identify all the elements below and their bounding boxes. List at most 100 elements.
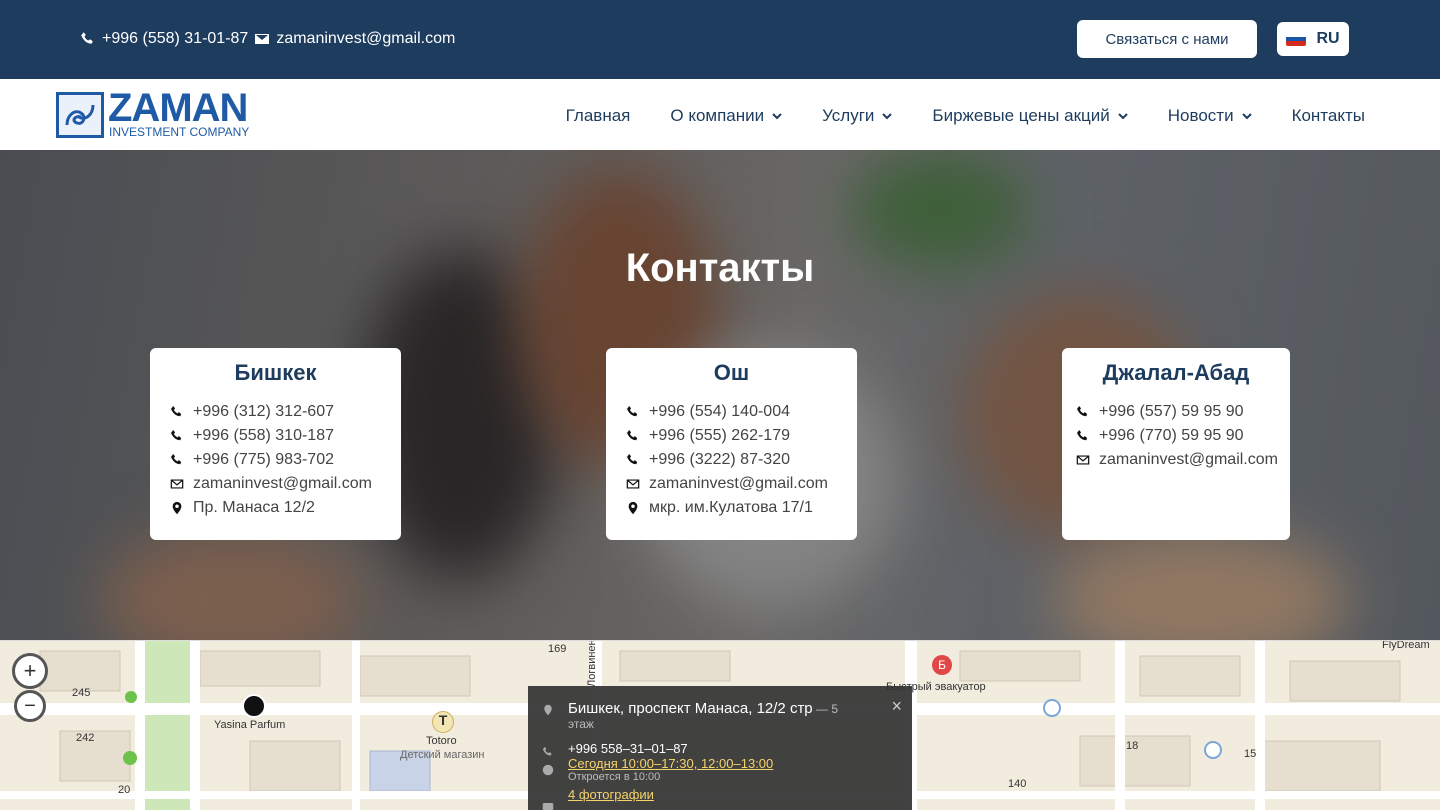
card-address: мкр. им.Кулатова 17/1: [626, 496, 837, 520]
map-label-number: 140: [1008, 778, 1027, 790]
phone-text: +996 (3222) 87-320: [649, 451, 790, 468]
card-phone[interactable]: +996 (775) 983-702: [170, 448, 381, 472]
top-contacts: +996 (558) 31-01-87 zamaninvest@gmail.co…: [80, 30, 455, 48]
popup-floor-dash: — 5: [812, 702, 838, 716]
map-label-number: 169: [548, 643, 567, 655]
yandex-map[interactable]: + − 245 242 20 169 18 15 140 Логвиненко …: [0, 640, 1440, 810]
map-label-totoro[interactable]: Totoro: [426, 735, 457, 747]
email-icon: [170, 479, 184, 489]
nav-item-about[interactable]: О компании: [670, 106, 782, 126]
language-selector[interactable]: RU: [1277, 22, 1349, 56]
contact-card-bishkek: Бишкек +996 (312) 312-607 +996 (558) 310…: [150, 348, 401, 540]
evacuator-poi-icon[interactable]: Б: [932, 655, 952, 675]
nav-label: Новости: [1167, 106, 1234, 125]
popup-hours[interactable]: Сегодня 10:00–17:30, 12:00–13:00: [568, 756, 896, 771]
phone-icon: [1077, 430, 1088, 441]
phone-icon: [627, 430, 638, 441]
phone-icon: [171, 430, 182, 441]
top-email[interactable]: zamaninvest@gmail.com: [276, 30, 455, 48]
nav-menu: Главная О компании Услуги Биржевые цены …: [566, 106, 1365, 126]
map-label-number: 242: [76, 732, 95, 744]
popup-floor: этаж: [568, 717, 594, 731]
popup-address: Бишкек, проспект Манаса, 12/2 стр: [568, 700, 813, 717]
phone-text: +996 (558) 310-187: [193, 427, 334, 444]
top-bar: +996 (558) 31-01-87 zamaninvest@gmail.co…: [0, 0, 1440, 79]
zoom-out-button[interactable]: −: [14, 690, 46, 722]
popup-photos[interactable]: 4 фотографии: [568, 787, 896, 802]
map-label-yasina[interactable]: Yasina Parfum: [214, 719, 285, 731]
map-info-popup: Бишкек, проспект Манаса, 12/2 стр — 5 эт…: [528, 686, 912, 810]
phone-icon: [627, 406, 638, 417]
map-label-totoro-sub: Детский магазин: [400, 749, 485, 761]
map-label-number: 18: [1126, 740, 1139, 752]
chevron-down-icon: [772, 113, 782, 120]
camera-icon: [542, 803, 554, 810]
zoom-in-button[interactable]: +: [12, 653, 48, 689]
nav-item-services[interactable]: Услуги: [822, 106, 893, 126]
card-phone[interactable]: +996 (554) 140-004: [626, 400, 837, 424]
card-email[interactable]: zamaninvest@gmail.com: [170, 472, 381, 496]
chevron-down-icon: [1241, 113, 1252, 120]
popup-phone[interactable]: +996 558–31–01–87: [568, 741, 896, 756]
logo-subtitle: INVESTMENT COMPANY: [109, 125, 250, 139]
card-email[interactable]: zamaninvest@gmail.com: [1076, 448, 1290, 472]
nav-item-home[interactable]: Главная: [566, 106, 631, 126]
card-email[interactable]: zamaninvest@gmail.com: [626, 472, 837, 496]
contact-card-jalal-abad: Джалал-Абад +996 (557) 59 95 90 +996 (77…: [1062, 348, 1290, 540]
nav-item-stock-prices[interactable]: Биржевые цены акций: [932, 106, 1128, 126]
map-label-number: 245: [72, 687, 91, 699]
address-text: Пр. Манаса 12/2: [193, 499, 315, 516]
card-city: Бишкек: [234, 360, 317, 385]
close-icon[interactable]: ×: [891, 696, 902, 717]
card-city: Ош: [713, 360, 750, 385]
nav-label: Главная: [565, 106, 631, 125]
phone-text: +996 (555) 262-179: [649, 427, 790, 444]
map-label-street: Логвиненко: [586, 640, 598, 687]
phone-text: +996 (312) 312-607: [193, 403, 334, 420]
card-phone[interactable]: +996 (312) 312-607: [170, 400, 381, 424]
toy-store-poi-icon[interactable]: T: [432, 711, 454, 733]
phone-icon: [542, 746, 552, 756]
nav-item-news[interactable]: Новости: [1168, 106, 1252, 126]
email-icon: [626, 479, 640, 489]
nav-label: Услуги: [822, 106, 875, 125]
email-text: zamaninvest@gmail.com: [649, 475, 828, 492]
map-label-flydream[interactable]: FlyDream: [1382, 641, 1430, 651]
card-address: Пр. Манаса 12/2: [170, 496, 381, 520]
chevron-down-icon: [1118, 113, 1128, 120]
clock-icon: [542, 764, 554, 776]
contact-us-button[interactable]: Связаться с нами: [1077, 20, 1257, 58]
card-city: Джалал-Абад: [1102, 360, 1250, 385]
location-pin-icon: [544, 704, 552, 716]
card-phone[interactable]: +996 (555) 262-179: [626, 424, 837, 448]
card-phone[interactable]: +996 (3222) 87-320: [626, 448, 837, 472]
nav-label: Контакты: [1291, 106, 1365, 125]
russia-flag-icon: [1286, 32, 1307, 46]
nav-label: Биржевые цены акций: [932, 106, 1110, 125]
top-phone[interactable]: +996 (558) 31-01-87: [102, 30, 248, 48]
email-icon: [1076, 455, 1090, 465]
card-phone[interactable]: +996 (558) 310-187: [170, 424, 381, 448]
contact-card-osh: Ош +996 (554) 140-004 +996 (555) 262-179…: [606, 348, 857, 540]
phone-icon: [171, 454, 182, 465]
nav-item-contacts[interactable]: Контакты: [1292, 106, 1365, 126]
language-label: RU: [1316, 30, 1340, 47]
zaman-logo[interactable]: ZAMAN INVESTMENT COMPANY: [56, 86, 286, 140]
location-pin-icon: [628, 501, 638, 515]
card-phone[interactable]: +996 (557) 59 95 90: [1076, 400, 1290, 424]
phone-icon: [171, 406, 182, 417]
phone-text: +996 (775) 983-702: [193, 451, 334, 468]
phone-icon: [81, 32, 93, 44]
logo-ornament-icon: [56, 92, 104, 138]
hero-section: Контакты Бишкек +996 (312) 312-607 +996 …: [0, 150, 1440, 640]
email-text: zamaninvest@gmail.com: [193, 475, 372, 492]
page-title: Контакты: [625, 246, 815, 290]
location-pin-icon: [172, 501, 182, 515]
yasina-parfum-poi-icon[interactable]: [242, 694, 266, 718]
phone-text: +996 (770) 59 95 90: [1099, 427, 1244, 444]
address-text: мкр. им.Кулатова 17/1: [649, 499, 813, 516]
phone-text: +996 (557) 59 95 90: [1099, 403, 1244, 420]
map-label-number: 20: [118, 784, 131, 796]
card-phone[interactable]: +996 (770) 59 95 90: [1076, 424, 1290, 448]
phone-icon: [627, 454, 638, 465]
